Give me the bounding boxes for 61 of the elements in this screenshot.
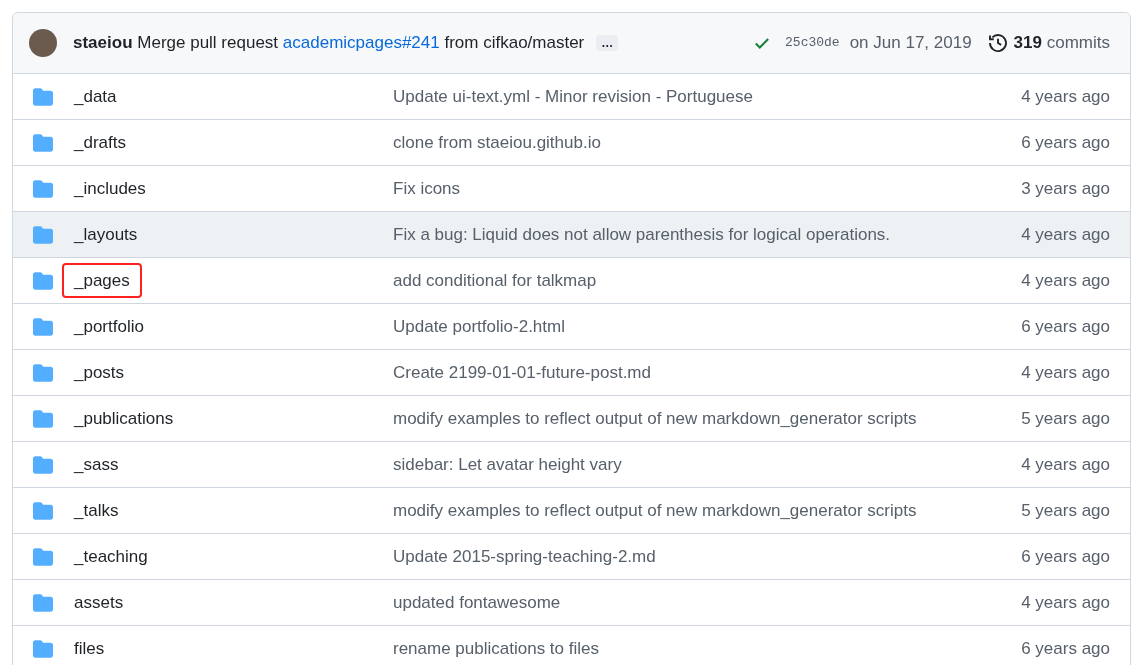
folder-icon <box>33 271 53 290</box>
commit-date: on Jun 17, 2019 <box>849 32 972 55</box>
folder-icon <box>33 133 53 152</box>
commit-age: 4 years ago <box>1021 591 1110 614</box>
folder-name[interactable]: _posts <box>62 354 137 391</box>
folder-name[interactable]: _publications <box>62 400 186 437</box>
commit-age: 5 years ago <box>1021 499 1110 522</box>
folder-name[interactable]: _teaching <box>62 538 160 575</box>
folder-icon <box>33 87 53 106</box>
folder-name[interactable]: _sass <box>62 446 131 483</box>
commit-age: 6 years ago <box>1021 637 1110 660</box>
commit-message[interactable]: updated fontawesome <box>393 589 1022 616</box>
commit-age: 4 years ago <box>1021 269 1110 292</box>
commit-age: 4 years ago <box>1021 223 1110 246</box>
commits-link[interactable]: 319 commits <box>1013 30 1110 56</box>
folder-name[interactable]: _pages <box>62 262 142 299</box>
folder-name[interactable]: files <box>62 630 117 665</box>
avatar[interactable] <box>29 29 57 57</box>
folder-icon <box>33 363 53 382</box>
expand-button[interactable]: … <box>596 35 619 51</box>
commit-age: 4 years ago <box>1021 453 1110 476</box>
commit-message[interactable]: Fix a bug: Liquid does not allow parenthesis for logical operations. <box>393 221 1022 248</box>
folder-name[interactable]: _portfolio <box>62 308 156 345</box>
commit-message[interactable]: Fix icons <box>393 175 1022 202</box>
commit-message[interactable]: Update portfolio-2.html <box>393 313 1022 340</box>
commit-message[interactable]: rename publications to files <box>393 635 1022 662</box>
commit-message[interactable]: Create 2199-01-01-future-post.md <box>393 359 1022 386</box>
folder-icon <box>33 409 53 428</box>
commit-message[interactable]: Update ui-text.yml - Minor revision - Portuguese <box>393 83 1022 110</box>
folder-icon <box>33 455 53 474</box>
folder-name[interactable]: _includes <box>62 170 158 207</box>
folder-icon <box>33 547 53 566</box>
folder-name[interactable]: _layouts <box>62 216 150 253</box>
commit-age: 3 years ago <box>1021 177 1110 200</box>
commit-message[interactable]: clone from staeiou.github.io <box>393 129 1022 156</box>
commit-message[interactable]: Update 2015-spring-teaching-2.md <box>393 543 1022 570</box>
folder-name[interactable]: _data <box>62 78 129 115</box>
commit-message[interactable]: sidebar: Let avatar height vary <box>393 451 1022 478</box>
folder-name[interactable]: _drafts <box>62 124 138 161</box>
folder-icon <box>33 225 53 244</box>
folder-icon <box>33 639 53 658</box>
folder-icon <box>33 317 53 336</box>
commit-age: 6 years ago <box>1021 545 1110 568</box>
folder-icon <box>33 501 53 520</box>
commit-age: 6 years ago <box>1021 131 1110 154</box>
folder-name[interactable]: assets <box>62 584 136 621</box>
commit-message[interactable]: modify examples to reflect output of new markdown_generator scripts <box>393 497 1022 524</box>
commit-message[interactable]: modify examples to reflect output of new markdown_generator scripts <box>393 405 1022 432</box>
file-row[interactable]: _layouts Fix a bug: Liquid does not allow parenthesis for logical operations. 4 years ago <box>13 212 1130 258</box>
folder-icon <box>33 179 53 198</box>
commit-message: staeiou Merge pull request academicpages#241 from cifkao/master <box>73 32 585 55</box>
commit-sha[interactable]: 25c30de <box>785 33 840 53</box>
folder-icon <box>33 593 53 612</box>
commit-age: 4 years ago <box>1021 85 1110 108</box>
commit-age: 4 years ago <box>1021 361 1110 384</box>
folder-name[interactable]: _talks <box>62 492 131 529</box>
history-icon <box>987 33 1008 53</box>
commit-message[interactable]: add conditional for talkmap <box>393 267 1022 294</box>
commit-age: 5 years ago <box>1021 407 1110 430</box>
pull-request-link[interactable]: academicpages#241 <box>282 33 440 53</box>
commit-age: 6 years ago <box>1021 315 1110 338</box>
